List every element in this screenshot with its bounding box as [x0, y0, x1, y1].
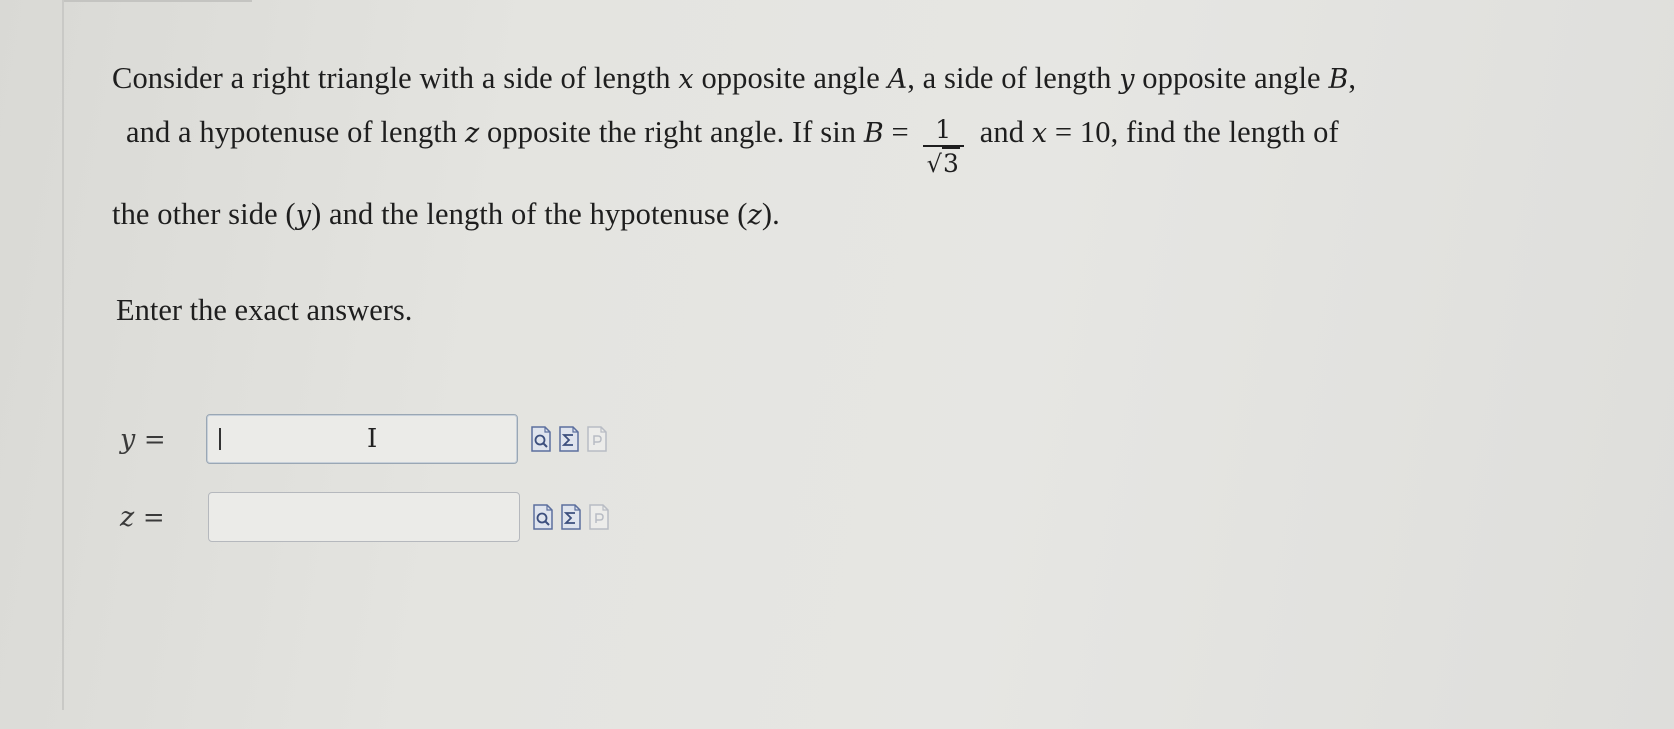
variable-x: x [678, 64, 694, 95]
equals-sign: = [883, 115, 917, 149]
question-line-2: and a hypotenuse of length z opposite th… [126, 106, 1626, 178]
variable-z: z [120, 501, 135, 533]
text-segment: opposite the right angle. If sin [479, 115, 864, 149]
question-text: Consider a right triangle with a side of… [112, 52, 1612, 242]
variable-y: y [295, 200, 312, 231]
text-segment: opposite angle [693, 61, 888, 95]
text-segment: ). [761, 197, 780, 231]
equals-sign: = [143, 424, 166, 455]
ibeam-cursor-icon: I [367, 424, 378, 454]
help-document-icon[interactable] [586, 425, 608, 453]
variable-y: y [120, 423, 136, 455]
instruction-text: Enter the exact answers. [116, 293, 413, 327]
question-line-3: the other side (y) and the length of the… [112, 188, 1612, 242]
text-segment: Consider a right triangle with a side of… [112, 61, 679, 95]
text-segment: ) and the length of the hypotenuse ( [311, 197, 748, 231]
help-document-icon[interactable] [588, 503, 610, 531]
preview-icon[interactable] [532, 503, 554, 531]
question-line-1: Consider a right triangle with a side of… [112, 52, 1612, 106]
equals-sign: = [142, 502, 165, 533]
variable-B: B [1328, 64, 1349, 95]
answer-row-z: z = [120, 492, 610, 542]
variable-y: y [1119, 64, 1135, 95]
fraction-denominator: √3 [923, 147, 964, 181]
left-border [62, 0, 64, 710]
sqrt-argument: 3 [942, 147, 961, 178]
y-answer-input[interactable]: I [206, 414, 518, 464]
text-segment: and a hypotenuse of length [126, 115, 465, 149]
answer-row-y: y = I [120, 414, 608, 464]
fraction-numerator: 1 [922, 115, 965, 147]
z-answer-input[interactable] [208, 492, 520, 542]
variable-A: A [887, 64, 908, 95]
text-segment: , [1348, 61, 1357, 95]
text-segment: the other side ( [112, 197, 296, 231]
variable-B: B [863, 118, 884, 149]
variable-z: z [747, 200, 762, 231]
text-segment: opposite angle [1134, 61, 1329, 95]
text-caret [219, 428, 221, 450]
text-segment: = 10, find the length of [1047, 115, 1339, 149]
equation-editor-icon[interactable] [558, 425, 580, 453]
sqrt-symbol: √ [926, 150, 942, 178]
z-answer-tools [532, 503, 610, 531]
equation-editor-icon[interactable] [560, 503, 582, 531]
fraction-one-over-sqrt3: 1 √3 [922, 115, 965, 181]
preview-icon[interactable] [530, 425, 552, 453]
text-segment: , a side of length [907, 61, 1120, 95]
answer-label-z: z = [120, 502, 180, 533]
top-divider [62, 0, 252, 2]
y-answer-tools [530, 425, 608, 453]
variable-z: z [464, 118, 480, 149]
variable-x: x [1031, 118, 1048, 149]
answer-label-y: y = [120, 424, 180, 455]
text-segment: and [972, 115, 1032, 149]
